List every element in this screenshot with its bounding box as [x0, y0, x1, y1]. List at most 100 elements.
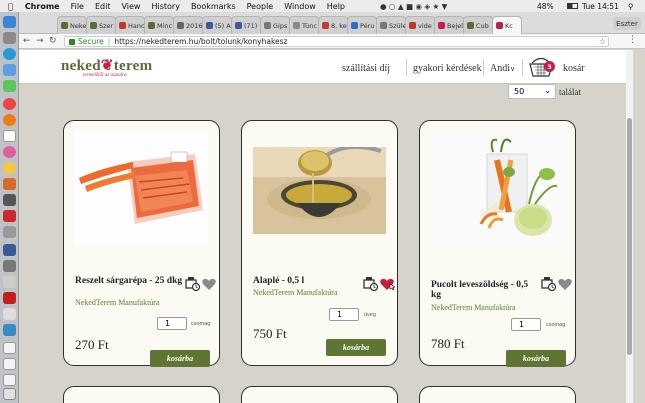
browser-tab[interactable]: Tünc — [289, 16, 319, 34]
browser-tab[interactable]: Neke — [57, 16, 87, 34]
delivery-schedule-icon[interactable] — [363, 277, 379, 291]
browser-tab[interactable]: Szüle — [376, 16, 406, 34]
safari-icon[interactable] — [3, 48, 16, 60]
search-icon[interactable]: ⚲ — [628, 0, 634, 12]
chrome-icon[interactable] — [3, 98, 16, 110]
browser-tab[interactable]: Hanc — [115, 16, 145, 34]
back-icon[interactable]: ← — [23, 36, 31, 46]
browser-tab[interactable]: 8. ke — [318, 16, 348, 34]
nav-shipping-fee[interactable]: szállítási díj — [342, 63, 390, 74]
acrobat-icon[interactable] — [3, 292, 16, 304]
apple-icon[interactable]:  — [8, 2, 13, 11]
results-label: találat — [559, 87, 581, 97]
tab-label: Szer — [99, 21, 114, 30]
browser-tab[interactable]: Cub — [463, 16, 493, 34]
delivery-schedule-icon[interactable] — [185, 277, 201, 291]
chrome-menu-icon[interactable]: ⋮ — [628, 35, 637, 45]
menu-help[interactable]: Help — [327, 2, 345, 11]
url-separator: | — [107, 37, 111, 46]
browser-tab[interactable]: Bejel — [434, 16, 464, 34]
document-icon-3[interactable] — [3, 374, 16, 386]
url-input[interactable]: Secure | https://nekedterem.hu/bolt/tolu… — [64, 36, 609, 47]
page-scrollbar[interactable] — [626, 50, 633, 403]
browser-tab[interactable]: (71) — [231, 16, 261, 34]
itunes-icon[interactable] — [3, 146, 16, 158]
browser-tab-active[interactable]: Kc — [492, 16, 522, 34]
product-name[interactable]: Pucolt leveszöldség - 0,5 kg — [431, 280, 539, 300]
add-to-cart-button[interactable]: kosárba — [150, 350, 210, 367]
quantity-input[interactable]: 1 — [329, 308, 359, 321]
launchpad-icon[interactable] — [3, 32, 16, 44]
clock[interactable]: Tue 14:51 — [582, 0, 619, 12]
product-image-soup-vegetables[interactable] — [431, 132, 564, 244]
tab-strip: Neke Szer Hanc Minc 2016 (5) A (71) Gips… — [19, 12, 645, 34]
menu-edit[interactable]: Edit — [95, 2, 111, 11]
browser-tab[interactable]: Gips — [260, 16, 290, 34]
browser-tab[interactable]: Szer — [86, 16, 116, 34]
product-maker[interactable]: NekedTerem Manufaktúra — [75, 298, 160, 307]
cart-link[interactable]: kosár — [563, 63, 585, 74]
nav-faq[interactable]: gyakori kérdések — [413, 63, 482, 74]
scrollbar-thumb[interactable] — [627, 118, 632, 355]
profile-button[interactable]: Eszter — [613, 17, 641, 30]
photos-icon[interactable] — [3, 162, 16, 174]
product-image-broth[interactable] — [253, 147, 386, 234]
heart-icon[interactable] — [558, 278, 572, 290]
app-icon-5[interactable] — [3, 244, 16, 256]
menu-view[interactable]: View — [121, 2, 140, 11]
messages-icon[interactable] — [3, 80, 16, 92]
menu-window[interactable]: Window — [284, 2, 316, 11]
trash-icon[interactable] — [3, 388, 16, 400]
document-icon[interactable] — [3, 342, 16, 354]
app-icon-9[interactable] — [3, 324, 16, 336]
quantity-input[interactable]: 1 — [511, 318, 541, 331]
url-text: https://nekedterem.hu/bolt/tolunk/konyha… — [114, 37, 288, 46]
app-icon[interactable] — [3, 178, 16, 190]
menu-bookmarks[interactable]: Bookmarks — [191, 2, 236, 11]
menu-people[interactable]: People — [247, 2, 274, 11]
calendar-icon[interactable] — [3, 130, 16, 142]
app-icon-7[interactable] — [3, 276, 16, 288]
menu-file[interactable]: File — [71, 2, 84, 11]
add-to-cart-button[interactable]: kosárba — [506, 350, 566, 367]
app-icon-6[interactable] — [3, 260, 16, 272]
firefox-icon[interactable] — [3, 114, 16, 126]
product-name[interactable]: Reszelt sárgarépa - 25 dkg — [75, 276, 183, 286]
site-logo[interactable]: neked❦terem termelőtől az asztalra — [61, 56, 152, 78]
nav-user-menu[interactable]: Andi∨ — [490, 63, 515, 74]
delivery-schedule-icon[interactable] — [541, 277, 557, 291]
product-maker[interactable]: NekedTerem Manufaktúra — [431, 303, 516, 312]
menu-app-name[interactable]: Chrome — [25, 2, 60, 11]
mail-icon[interactable] — [3, 64, 16, 76]
browser-tab[interactable]: (5) A — [202, 16, 232, 34]
app-icon-8[interactable] — [3, 308, 16, 320]
logo-text-terem: terem — [113, 58, 153, 74]
document-icon-2[interactable] — [3, 358, 16, 370]
reload-icon[interactable]: ↻ — [49, 36, 57, 46]
forward-icon[interactable]: → — [36, 36, 44, 46]
browser-tab[interactable]: Péru — [347, 16, 377, 34]
quantity-input[interactable]: 1 — [157, 317, 187, 330]
tab-label: Gips — [273, 21, 288, 30]
dock — [0, 12, 19, 403]
heart-icon[interactable] — [202, 278, 216, 290]
browser-tab[interactable]: 2016 — [173, 16, 203, 34]
per-page-select[interactable]: 50 ⌄ — [508, 84, 556, 99]
mac-menubar:  Chrome File Edit View History Bookmark… — [0, 0, 645, 12]
product-name[interactable]: Alaplé - 0,5 l — [253, 276, 361, 286]
app-icon-2[interactable] — [3, 194, 16, 206]
menu-history[interactable]: History — [151, 2, 179, 11]
tab-label: 8. ke — [331, 21, 347, 30]
cursor-hand-icon — [389, 283, 395, 291]
app-icon-4[interactable] — [3, 226, 16, 238]
bookmark-star-icon[interactable]: ☆ — [599, 37, 606, 46]
app-icon-3[interactable] — [3, 210, 16, 222]
battery-status[interactable]: 48% — [537, 0, 589, 12]
product-image-grated-carrot[interactable] — [75, 132, 208, 244]
browser-tab[interactable]: vide — [405, 16, 435, 34]
product-maker[interactable]: NekedTerem Manufaktúra — [253, 288, 338, 297]
quantity-unit: csomag — [191, 321, 211, 327]
finder-icon[interactable] — [3, 16, 16, 28]
browser-tab[interactable]: Minc — [144, 16, 174, 34]
add-to-cart-button[interactable]: kosárba — [326, 339, 386, 356]
